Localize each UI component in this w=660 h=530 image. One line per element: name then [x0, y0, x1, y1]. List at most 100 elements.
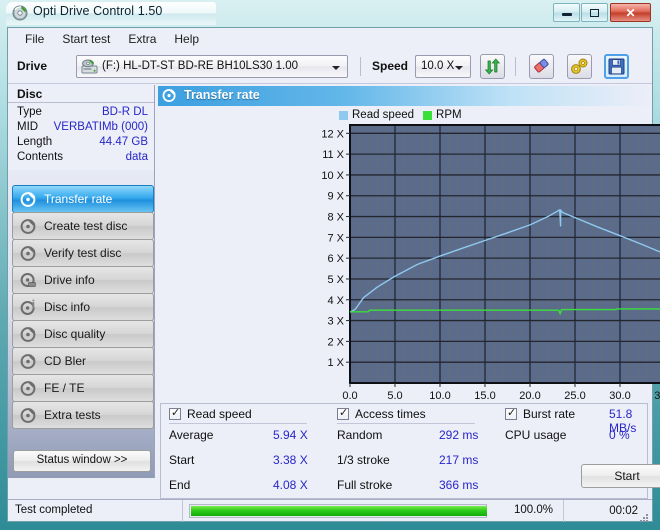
transfer-rate-chart[interactable]: 1 X 2 X 3 X 4 X 5 X 6 X 7 X 8 X 9 X 10 X 11 X 12 X 0…: [316, 121, 660, 405]
disc-create-icon: [20, 218, 37, 235]
sidebar-item-extra-tests[interactable]: Extra tests: [12, 401, 154, 429]
sidebar-item-disc-quality[interactable]: Disc quality: [12, 320, 154, 348]
read-average-value: 5.94 X: [273, 428, 308, 442]
svg-text:10.0: 10.0: [429, 390, 450, 402]
stat-row: Full stroke 366 ms: [329, 474, 497, 499]
svg-text:2 X: 2 X: [327, 336, 344, 348]
disc-info-row: Type BD-R DL: [8, 106, 154, 121]
disc-transfer-icon: [162, 88, 177, 103]
title-bar: Opti Drive Control 1.50 ✕: [0, 0, 660, 27]
svg-text:5 X: 5 X: [327, 274, 344, 286]
start-button[interactable]: Start: [581, 464, 660, 488]
access-times-checkbox-label: Access times: [355, 407, 426, 421]
stat-row: 1/3 stroke 217 ms: [329, 449, 497, 474]
sidebar-item-label: FE / TE: [44, 381, 85, 395]
svg-text:0.0: 0.0: [342, 390, 357, 402]
speed-select[interactable]: 10.0 X: [415, 55, 471, 78]
disc-icon: [12, 5, 28, 21]
svg-text:10 X: 10 X: [321, 170, 344, 182]
speed-value: 10.0 X: [421, 60, 455, 72]
svg-text:30.0: 30.0: [609, 390, 630, 402]
disc-length-value: 44.47 GB: [99, 136, 148, 148]
read-speed-column: Read speed Average 5.94 X Start 3.38 X E…: [161, 404, 329, 499]
disc-mid-value: VERBATIMb (000): [53, 121, 148, 133]
check-icon[interactable]: [505, 406, 517, 420]
status-message: Test completed: [8, 499, 183, 522]
svg-text:6 X: 6 X: [327, 253, 344, 265]
access-times-column: Access times Random 292 ms 1/3 stroke 21…: [329, 404, 497, 499]
access-times-checkbox-row[interactable]: Access times: [329, 404, 497, 424]
sidebar-nav: Transfer rate Create test disc Verify te…: [12, 185, 154, 429]
svg-text:20.0: 20.0: [519, 390, 540, 402]
read-start-value: 3.38 X: [273, 453, 308, 467]
svg-text:35.0: 35.0: [654, 390, 660, 402]
menu-item-start-test[interactable]: Start test: [53, 30, 119, 48]
disc-length-label: Length: [17, 136, 53, 148]
stat-row: End 4.08 X: [161, 474, 329, 499]
left-panel: Disc Type BD-R DL MID VERBATIMb (000) Le…: [8, 85, 155, 478]
read-speed-checkbox-row[interactable]: Read speed: [161, 404, 329, 424]
menu-item-extra[interactable]: Extra: [119, 30, 165, 48]
close-button[interactable]: ✕: [610, 3, 651, 22]
access-third-stroke-label: 1/3 stroke: [337, 453, 390, 467]
svg-text:3 X: 3 X: [327, 316, 344, 328]
resize-grip[interactable]: [640, 510, 649, 522]
drive-value: (F:) HL-DT-ST BD-RE BH10LS30 1.00: [102, 60, 298, 72]
elapsed-time: 00:02: [609, 504, 638, 517]
access-random-value: 292 ms: [439, 428, 479, 442]
progress-bar-fill: [191, 505, 487, 516]
menu-item-help[interactable]: Help: [165, 30, 208, 48]
content-panel: Transfer rate Read speed RPM 1 X 2 X 3 X 4 …: [156, 85, 660, 499]
disc-bler-icon: [20, 353, 37, 370]
menu-item-file[interactable]: File: [16, 30, 53, 48]
svg-text:4 X: 4 X: [327, 295, 344, 307]
burst-rate-column: Burst rate 51.8 MB/s CPU usage 0 % Start: [497, 404, 660, 488]
disc-drive-icon: [20, 272, 37, 289]
svg-text:9 X: 9 X: [327, 191, 344, 203]
sidebar-item-transfer-rate[interactable]: Transfer rate: [12, 185, 154, 213]
disc-transfer-icon: [20, 191, 37, 208]
sidebar-item-fe-te[interactable]: FE / TE: [12, 374, 154, 402]
disc-info-row: Contents data: [8, 151, 154, 166]
toolbar: Drive (F:) HL-DT-ST BD-RE BH10LS30 1.00: [8, 50, 652, 84]
drive-label: Drive: [17, 59, 48, 73]
chevron-down-icon: [455, 66, 463, 70]
sidebar-item-drive-info[interactable]: Drive info: [12, 266, 154, 294]
stat-row: Average 5.94 X: [161, 424, 329, 449]
check-icon[interactable]: [169, 406, 181, 420]
panel-header: Transfer rate: [158, 86, 650, 106]
read-start-label: Start: [169, 453, 195, 467]
chevron-down-icon: [332, 66, 340, 70]
cpu-usage-value: 0 %: [609, 428, 630, 442]
svg-text:7 X: 7 X: [327, 232, 344, 244]
save-button[interactable]: [604, 54, 629, 79]
sidebar-item-label: Disc info: [44, 300, 91, 314]
toolbar-separator: [360, 57, 361, 76]
sidebar-item-label: Create test disc: [44, 219, 128, 233]
drive-select[interactable]: (F:) HL-DT-ST BD-RE BH10LS30 1.00: [76, 55, 348, 78]
stat-row: CPU usage 0 %: [497, 424, 657, 449]
disc-fete-icon: [20, 380, 37, 397]
sidebar-item-label: Extra tests: [44, 408, 101, 422]
maximize-button[interactable]: [581, 3, 608, 22]
burst-rate-checkbox-row[interactable]: Burst rate 51.8 MB/s: [497, 404, 657, 435]
statistics-panel: Read speed Average 5.94 X Start 3.38 X E…: [160, 403, 660, 499]
sidebar-item-disc-info[interactable]: Disc info: [12, 293, 154, 321]
minimize-button[interactable]: [553, 3, 580, 22]
menu-bar: File Start test Extra Help: [8, 28, 652, 50]
burst-rate-checkbox-label: Burst rate: [523, 407, 576, 421]
sidebar-item-cd-bler[interactable]: CD Bler: [12, 347, 154, 375]
erase-button[interactable]: [529, 54, 554, 79]
sidebar-item-label: Disc quality: [44, 327, 106, 341]
refresh-button[interactable]: [480, 54, 505, 79]
application-window: Opti Drive Control 1.50 ✕ File Start tes…: [0, 0, 660, 530]
status-window-button[interactable]: Status window >>: [13, 450, 151, 472]
svg-text:5.0: 5.0: [387, 390, 402, 402]
tools-button[interactable]: [567, 54, 592, 79]
sidebar-item-create-test-disc[interactable]: Create test disc: [12, 212, 154, 240]
sidebar-item-verify-test-disc[interactable]: Verify test disc: [12, 239, 154, 267]
speed-label: Speed: [372, 59, 409, 73]
disc-section-title: Disc: [17, 87, 43, 101]
stat-row: Start 3.38 X: [161, 449, 329, 474]
check-icon[interactable]: [337, 406, 349, 420]
